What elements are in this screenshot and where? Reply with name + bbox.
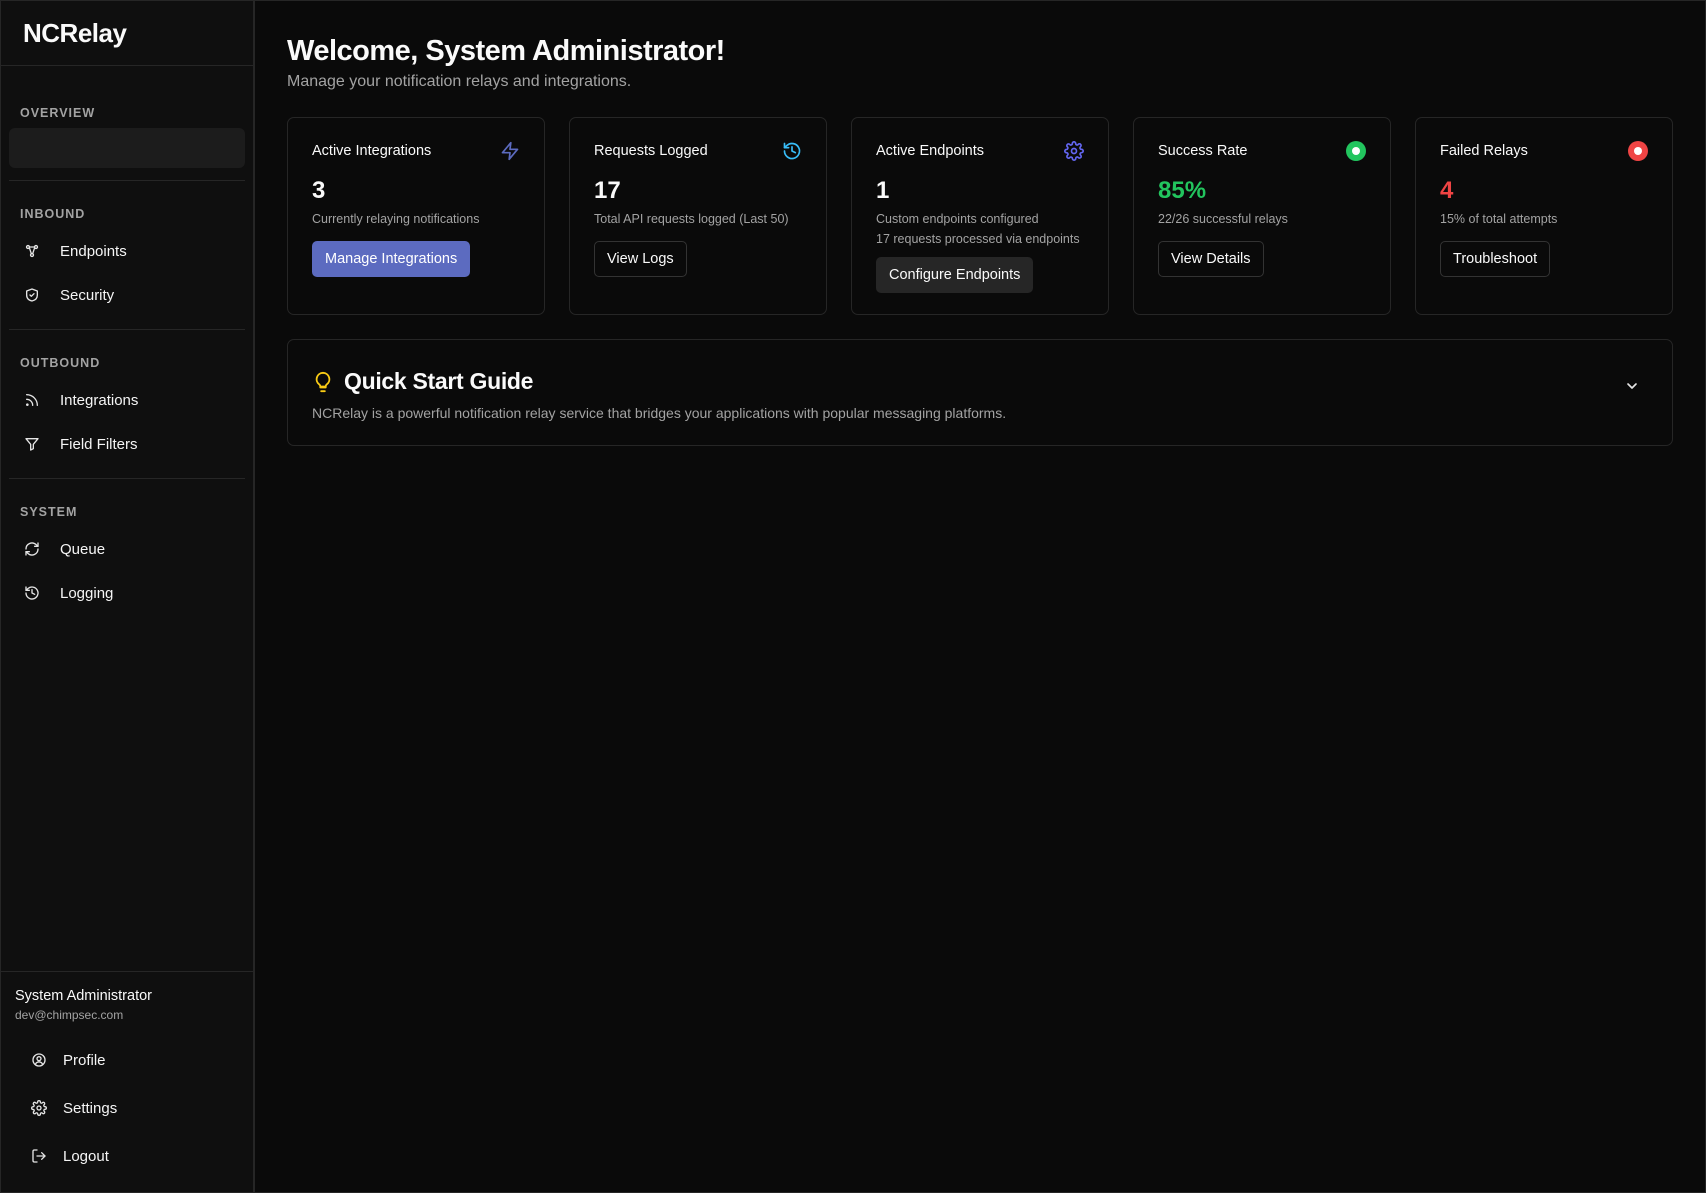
page-title: Welcome, System Administrator! bbox=[287, 35, 725, 67]
filter-icon bbox=[25, 438, 39, 451]
card-requests-logged: Requests Logged 17 Total API requests lo… bbox=[569, 117, 827, 315]
overview-section: OVERVIEW bbox=[9, 66, 245, 181]
sidebar-item-logging[interactable]: Logging bbox=[9, 571, 245, 615]
troubleshoot-button[interactable]: Troubleshoot bbox=[1440, 241, 1551, 277]
section-label-outbound: OUTBOUND bbox=[20, 356, 101, 370]
lightning-icon bbox=[501, 141, 519, 161]
card-desc: Currently relaying notifications bbox=[312, 212, 480, 226]
chevron-down-icon[interactable] bbox=[1624, 378, 1640, 394]
view-details-button[interactable]: View Details bbox=[1158, 241, 1264, 277]
card-title: Active Integrations bbox=[312, 143, 432, 159]
status-dot-icon bbox=[1628, 141, 1648, 161]
card-title: Requests Logged bbox=[594, 143, 708, 159]
gear-icon bbox=[31, 1100, 47, 1116]
user-email: dev@chimpsec.com bbox=[15, 1008, 124, 1022]
configure-endpoints-button[interactable]: Configure Endpoints bbox=[876, 257, 1034, 293]
menu-item-settings[interactable]: Settings bbox=[15, 1084, 239, 1132]
guide-description: NCRelay is a powerful notification relay… bbox=[312, 405, 1007, 421]
sidebar-item-queue[interactable]: Queue bbox=[9, 527, 245, 571]
view-logs-button[interactable]: View Logs bbox=[594, 241, 687, 277]
sidebar-item-security[interactable]: Security bbox=[9, 273, 245, 317]
outbound-section: OUTBOUND Integrations Field Filters bbox=[9, 330, 245, 479]
inbound-section: INBOUND Endpoints Security bbox=[9, 181, 245, 330]
card-title: Active Endpoints bbox=[876, 143, 985, 159]
quick-start-guide[interactable]: Quick Start Guide NCRelay is a powerful … bbox=[287, 339, 1673, 446]
menu-item-profile[interactable]: Profile bbox=[15, 1036, 239, 1084]
sidebar-nav: OVERVIEW INBOUND Endpoints Security OUTB… bbox=[1, 66, 253, 971]
card-value: 1 bbox=[876, 177, 890, 204]
user-panel: System Administrator dev@chimpsec.com Pr… bbox=[1, 971, 253, 1192]
sidebar-item-label: Endpoints bbox=[60, 242, 127, 260]
manage-integrations-button[interactable]: Manage Integrations bbox=[312, 241, 471, 277]
card-success-rate: Success Rate 85% 22/26 successful relays… bbox=[1133, 117, 1391, 315]
sidebar-item-label: Logging bbox=[60, 584, 114, 602]
menu-item-label: Logout bbox=[63, 1147, 109, 1165]
card-desc: 15% of total attempts bbox=[1440, 212, 1558, 226]
shield-icon bbox=[26, 288, 38, 302]
sidebar-item-label: Integrations bbox=[60, 391, 139, 409]
system-section: SYSTEM Queue Logging bbox=[9, 479, 245, 627]
card-active-integrations: Active Integrations 3 Currently relaying… bbox=[287, 117, 545, 315]
sidebar-item-field-filters[interactable]: Field Filters bbox=[9, 422, 245, 466]
history-icon bbox=[783, 142, 801, 160]
sidebar-item-integrations[interactable]: Integrations bbox=[9, 378, 245, 422]
card-desc: Total API requests logged (Last 50) bbox=[594, 212, 789, 226]
card-desc: Custom endpoints configured 17 requests … bbox=[876, 209, 1084, 249]
sidebar-item-label: Field Filters bbox=[60, 435, 138, 453]
sidebar: NCRelay OVERVIEW INBOUND Endpoints Secur… bbox=[1, 1, 255, 1192]
sidebar-item-label: Queue bbox=[60, 540, 106, 558]
card-title: Success Rate bbox=[1158, 143, 1248, 159]
card-value: 85% bbox=[1158, 177, 1207, 204]
rss-icon bbox=[26, 394, 38, 406]
status-dot-icon bbox=[1346, 141, 1366, 161]
main-content: Welcome, System Administrator! Manage yo… bbox=[255, 1, 1705, 1192]
card-value: 4 bbox=[1440, 177, 1454, 204]
page-subtitle: Manage your notification relays and inte… bbox=[287, 73, 632, 90]
stats-cards: Active Integrations 3 Currently relaying… bbox=[287, 117, 1673, 315]
card-desc: 22/26 successful relays bbox=[1158, 212, 1288, 226]
user-menu: Profile Settings Logout bbox=[15, 1036, 239, 1180]
endpoints-icon bbox=[25, 244, 39, 258]
card-title: Failed Relays bbox=[1440, 143, 1528, 159]
menu-item-logout[interactable]: Logout bbox=[15, 1132, 239, 1180]
menu-item-label: Profile bbox=[63, 1051, 106, 1069]
card-failed-relays: Failed Relays 4 15% of total attempts Tr… bbox=[1415, 117, 1673, 315]
card-value: 3 bbox=[312, 177, 326, 204]
card-desc-line: Custom endpoints configured bbox=[876, 212, 1039, 226]
overview-placeholder[interactable] bbox=[9, 128, 245, 168]
card-value: 17 bbox=[594, 177, 621, 204]
app-window: NCRelay OVERVIEW INBOUND Endpoints Secur… bbox=[0, 0, 1706, 1193]
user-circle-icon bbox=[32, 1053, 46, 1067]
refresh-icon bbox=[25, 542, 39, 556]
gear-icon bbox=[1064, 141, 1084, 161]
lightbulb-icon bbox=[315, 371, 331, 392]
sidebar-item-label: Security bbox=[60, 286, 115, 304]
card-active-endpoints: Active Endpoints 1 Custom endpoints conf… bbox=[851, 117, 1109, 315]
sidebar-item-endpoints[interactable]: Endpoints bbox=[9, 229, 245, 273]
section-label-system: SYSTEM bbox=[20, 505, 78, 519]
logout-icon bbox=[32, 1149, 46, 1163]
guide-title: Quick Start Guide bbox=[344, 368, 534, 394]
card-desc-line: 17 requests processed via endpoints bbox=[876, 232, 1080, 246]
menu-item-label: Settings bbox=[63, 1099, 118, 1117]
section-label-overview: OVERVIEW bbox=[20, 106, 96, 120]
brand-logo[interactable]: NCRelay bbox=[1, 1, 253, 66]
user-name: System Administrator bbox=[15, 988, 152, 1004]
history-icon bbox=[25, 586, 39, 600]
section-label-inbound: INBOUND bbox=[20, 207, 86, 221]
